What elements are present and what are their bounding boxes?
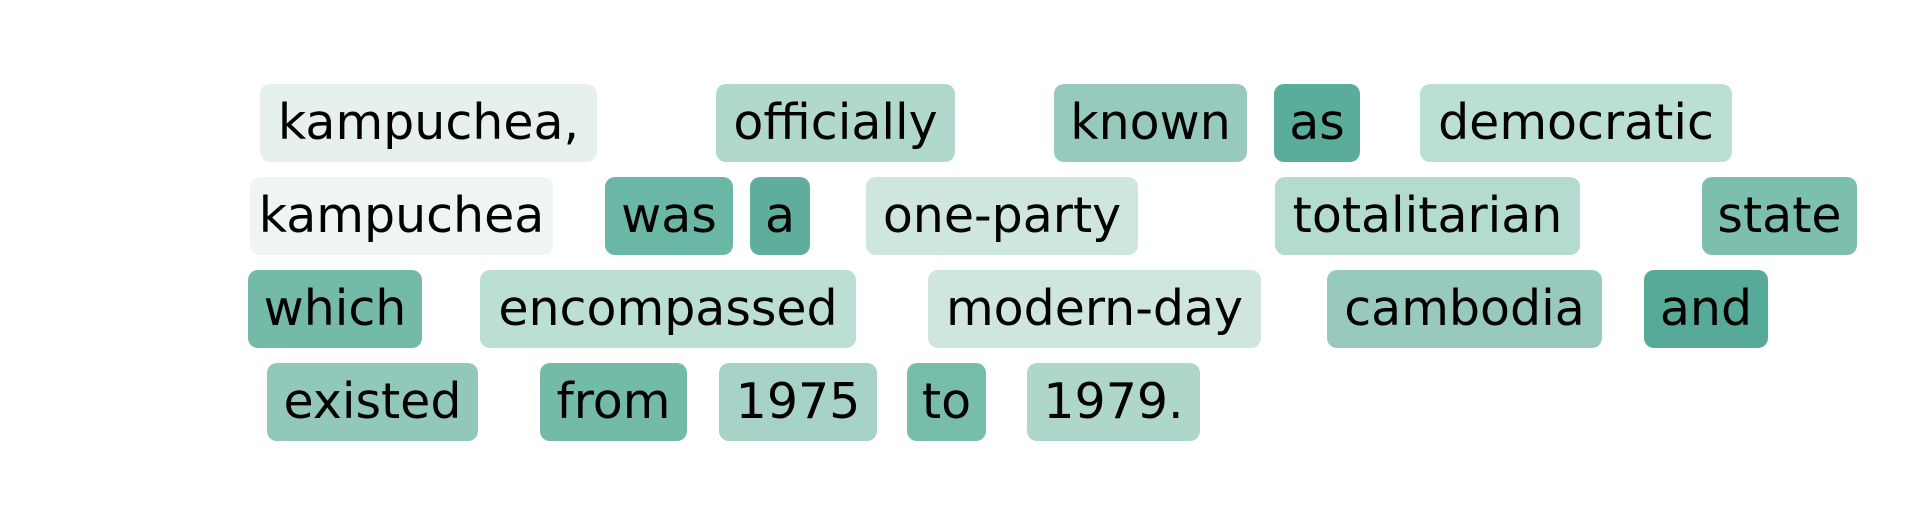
word-token: existed [267,363,478,441]
word-token: officially [716,84,955,162]
word-token: and [1644,270,1768,348]
word-token: kampuchea [250,177,553,255]
word-token: from [540,363,687,441]
word-token: to [907,363,986,441]
word-token: one-party [866,177,1138,255]
word-token: which [248,270,422,348]
token-attribution-canvas: kampuchea, officially known as democratic kam… [0,0,1919,522]
word-token: kampuchea, [260,84,597,162]
word-token: democratic [1420,84,1732,162]
word-token: totalitarian [1275,177,1580,255]
word-token: as [1274,84,1360,162]
word-token: was [605,177,733,255]
word-token: encompassed [480,270,856,348]
word-token: cambodia [1327,270,1602,348]
word-token: known [1054,84,1247,162]
word-token: 1975 [719,363,877,441]
word-token: a [750,177,810,255]
word-token: state [1702,177,1857,255]
word-token: modern-day [928,270,1261,348]
word-token: 1979. [1027,363,1200,441]
